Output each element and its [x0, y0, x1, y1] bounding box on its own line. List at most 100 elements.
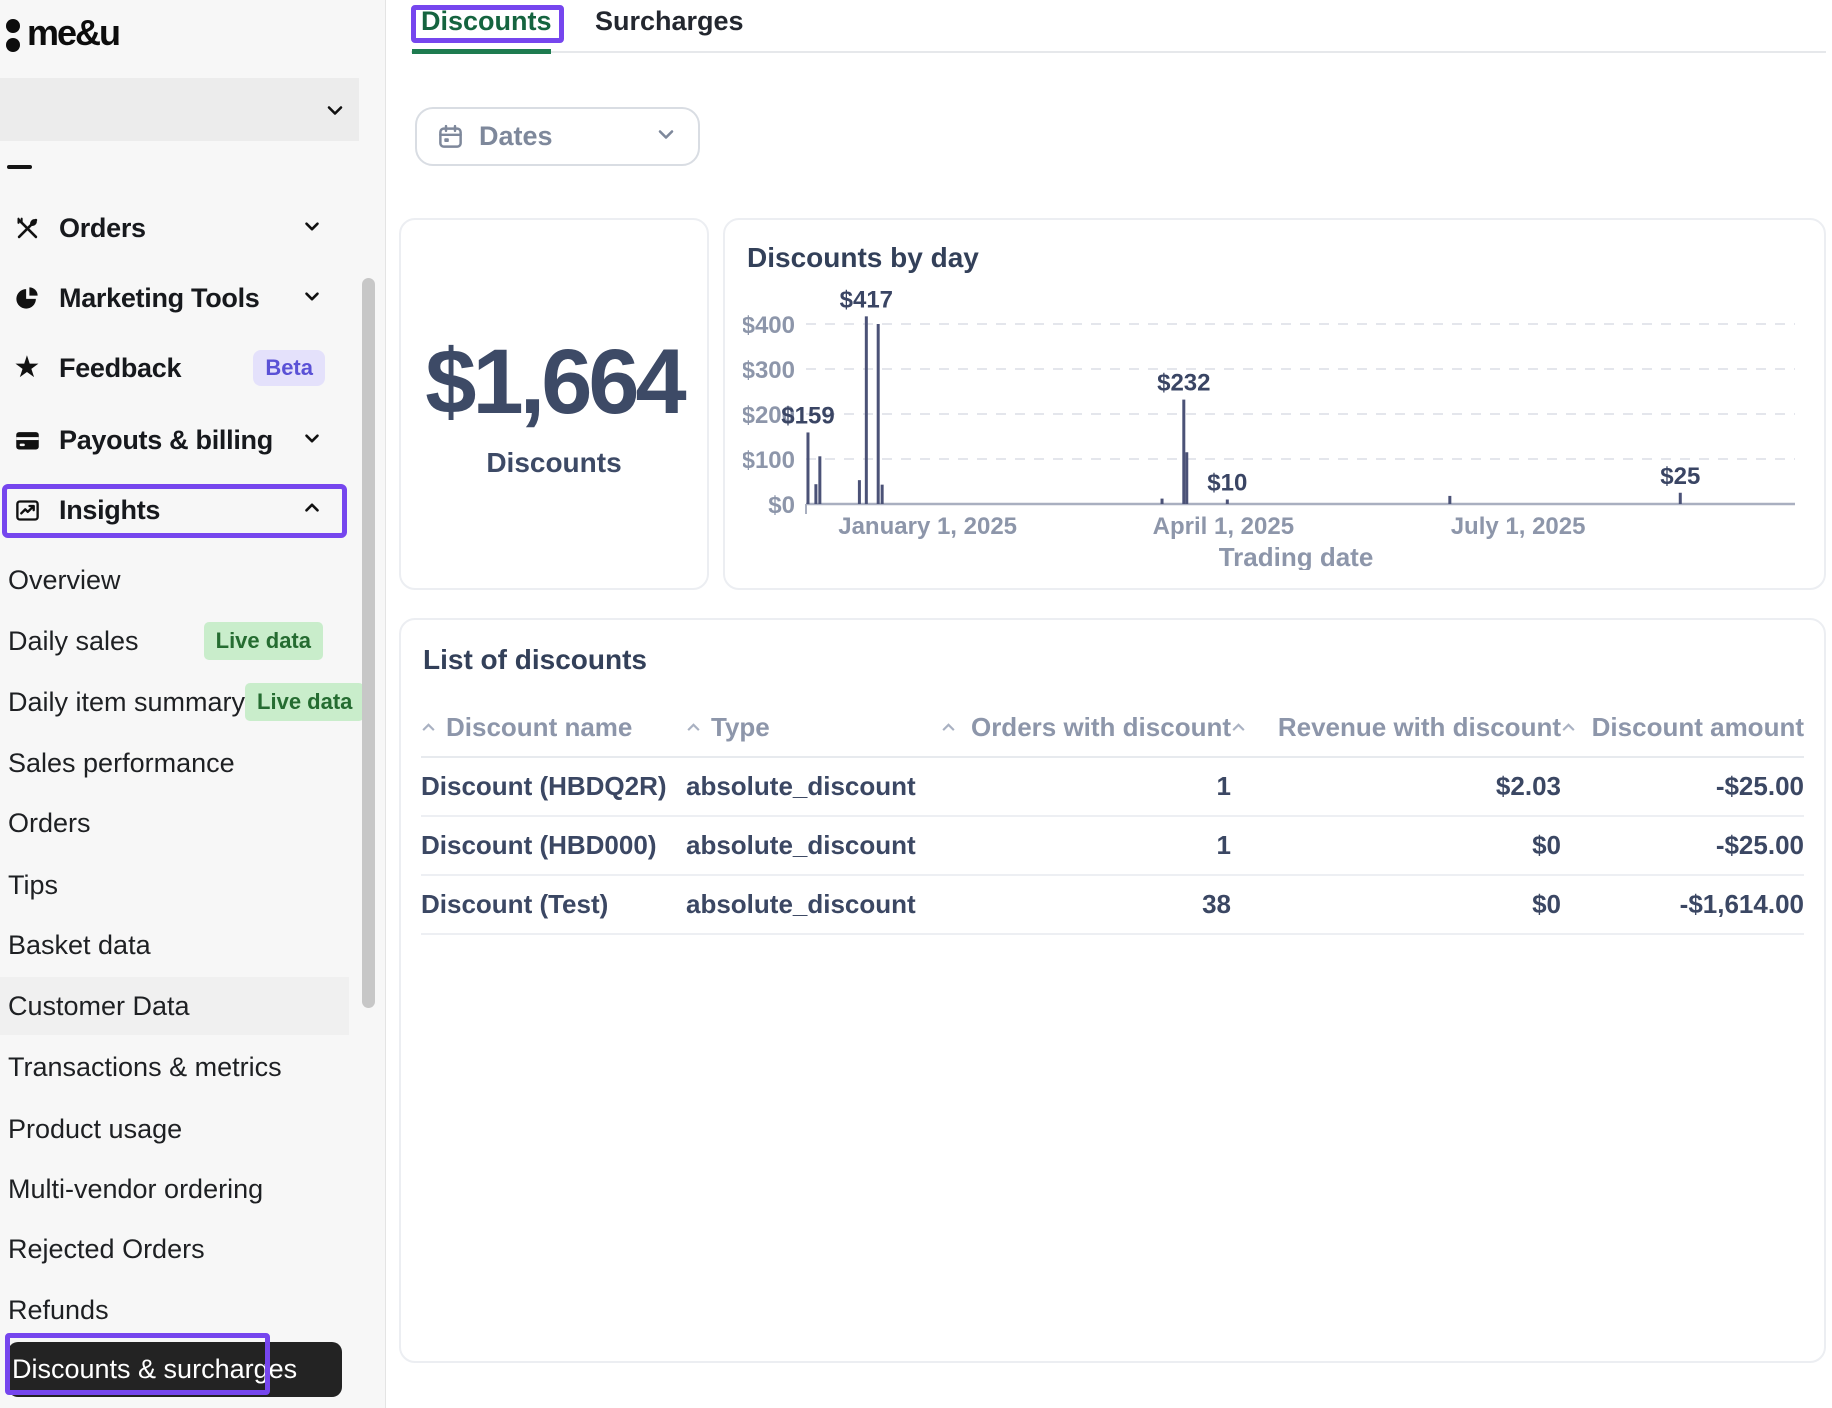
sidebar-item-multi-vendor-ordering[interactable]: Multi-vendor ordering: [8, 1160, 341, 1218]
sidebar-item-discounts-surcharges[interactable]: Discounts & surcharges: [8, 1342, 342, 1397]
main-content: Discounts Surcharges Dates $1,664 Discou…: [387, 0, 1832, 1408]
discounts-total-value: $1,664: [425, 330, 686, 433]
sort-caret-icon: [1561, 722, 1576, 732]
sidebar-item-transactions-metrics[interactable]: Transactions & metrics: [8, 1038, 341, 1096]
column-label: Type: [711, 711, 770, 742]
svg-text:$25: $25: [1660, 463, 1700, 490]
svg-text:$300: $300: [743, 357, 795, 384]
venue-selector[interactable]: [0, 78, 359, 141]
sub-item-label: Transactions & metrics: [8, 1051, 282, 1082]
sidebar-scrollbar[interactable]: [362, 278, 375, 1008]
cell-discount-name: Discount (HBD000): [421, 830, 657, 860]
cell-discount-name: Discount (HBDQ2R): [421, 771, 667, 801]
svg-text:$417: $417: [840, 286, 893, 313]
svg-text:$100: $100: [743, 447, 795, 474]
chevron-up-icon: [301, 497, 323, 524]
sidebar-item-orders-sub[interactable]: Orders: [8, 794, 341, 852]
sidebar-item-feedback[interactable]: ★ Feedback Beta: [12, 340, 341, 396]
svg-text:$400: $400: [743, 312, 795, 339]
tab-surcharges[interactable]: Surcharges: [595, 6, 744, 37]
tab-discounts[interactable]: Discounts: [421, 6, 552, 37]
sidebar: me&u Orders Marketing Tools ★ Feedback B…: [0, 0, 386, 1408]
sub-item-label: Tips: [8, 869, 59, 900]
cell-amount: -$25.00: [1715, 771, 1804, 801]
cell-amount: -$25.00: [1715, 830, 1804, 860]
sidebar-item-product-usage[interactable]: Product usage: [8, 1100, 341, 1158]
sidebar-item-orders[interactable]: Orders: [12, 200, 341, 256]
discounts-table: Discount name Type Orders with discount …: [421, 698, 1804, 935]
column-header-revenue-with-discount[interactable]: Revenue with discount: [1231, 712, 1561, 743]
cell-orders: 1: [1216, 830, 1231, 860]
cell-revenue: $0: [1532, 830, 1561, 860]
table-row[interactable]: Discount (HBDQ2R) absolute_discount 1 $2…: [421, 758, 1804, 817]
table-row[interactable]: Discount (HBD000) absolute_discount 1 $0…: [421, 817, 1804, 876]
credit-card-icon: [12, 425, 42, 455]
live-data-badge: Live data: [203, 622, 323, 660]
sidebar-item-rejected-orders[interactable]: Rejected Orders: [8, 1220, 341, 1278]
sub-item-label: Basket data: [8, 929, 151, 960]
sidebar-item-sales-performance[interactable]: Sales performance: [8, 734, 341, 792]
sidebar-item-refunds[interactable]: Refunds: [8, 1281, 341, 1339]
sidebar-item-payouts-billing[interactable]: Payouts & billing: [12, 412, 341, 468]
utensils-icon: [12, 213, 42, 243]
table-row[interactable]: Discount (Test) absolute_discount 38 $0 …: [421, 876, 1804, 935]
sort-caret-icon: [941, 722, 956, 732]
sub-item-label: Daily sales: [8, 625, 139, 656]
dates-label: Dates: [479, 121, 553, 151]
calendar-icon: [439, 124, 462, 148]
chevron-down-icon: [301, 427, 323, 454]
svg-text:$232: $232: [1157, 370, 1210, 397]
sidebar-item-daily-item-summary[interactable]: Daily item summary Live data: [8, 673, 365, 731]
app-root: me&u Orders Marketing Tools ★ Feedback B…: [0, 0, 1832, 1408]
sub-item-label: Sales performance: [8, 747, 235, 778]
sub-item-label: Customer Data: [8, 990, 190, 1021]
dates-filter-button[interactable]: Dates: [415, 107, 700, 166]
sidebar-item-label: Feedback: [59, 352, 182, 383]
chevron-down-icon: [301, 215, 323, 242]
sidebar-item-insights[interactable]: Insights: [12, 482, 341, 538]
list-of-discounts-card: List of discounts Discount name Type Ord…: [399, 618, 1826, 1363]
table-title: List of discounts: [423, 644, 647, 675]
column-label: Revenue with discount: [1277, 711, 1561, 742]
sidebar-item-tips[interactable]: Tips: [8, 856, 341, 914]
active-tab-underline: [412, 49, 551, 54]
cell-amount: -$1,614.00: [1679, 889, 1804, 919]
cell-orders: 38: [1202, 889, 1231, 919]
sub-item-label: Discounts & surcharges: [12, 1354, 298, 1384]
discounts-by-day-chart: $0$100$200$300$400January 1, 2025 April 1…: [743, 286, 1795, 570]
beta-badge: Beta: [253, 350, 325, 386]
tab-label: Surcharges: [595, 6, 744, 36]
sidebar-item-marketing-tools[interactable]: Marketing Tools: [12, 270, 341, 326]
sidebar-item-overview[interactable]: Overview: [8, 551, 341, 609]
cell-revenue: $2.03: [1495, 771, 1561, 801]
sidebar-item-customer-data[interactable]: Customer Data: [0, 977, 349, 1035]
sidebar-item-daily-sales[interactable]: Daily sales Live data: [8, 612, 341, 670]
meandu-logo: me&u: [6, 12, 121, 54]
pie-chart-icon: [12, 283, 42, 313]
sort-caret-icon: [1231, 722, 1246, 732]
column-header-type[interactable]: Type: [686, 712, 941, 743]
table-header-row: Discount name Type Orders with discount …: [421, 698, 1804, 758]
svg-text:$0: $0: [768, 492, 795, 519]
cell-type: absolute_discount: [686, 771, 916, 801]
logo-text: me&u: [27, 12, 121, 53]
sub-item-label: Multi-vendor ordering: [8, 1173, 264, 1204]
cell-discount-name: Discount (Test): [421, 889, 609, 919]
sidebar-item-label: Marketing Tools: [59, 282, 260, 313]
insights-icon: [12, 495, 42, 525]
column-header-orders-with-discount[interactable]: Orders with discount: [941, 712, 1231, 743]
column-header-discount-amount[interactable]: Discount amount: [1561, 712, 1804, 743]
tab-divider: [411, 51, 1826, 53]
discounts-total-label: Discounts: [486, 446, 622, 478]
collapsed-item-dash: [7, 165, 32, 169]
column-header-discount-name[interactable]: Discount name: [421, 712, 686, 743]
sub-item-label: Daily item summary: [8, 686, 246, 717]
column-label: Discount amount: [1591, 711, 1804, 742]
sort-caret-icon: [421, 722, 436, 732]
tab-label: Discounts: [421, 6, 552, 36]
svg-text:July 1, 2025: July 1, 2025: [1451, 513, 1586, 540]
sidebar-item-label: Insights: [59, 494, 161, 525]
svg-text:January 1, 2025: January 1, 2025: [838, 513, 1017, 540]
discounts-total-card: $1,664 Discounts: [399, 218, 709, 590]
sidebar-item-basket-data[interactable]: Basket data: [8, 916, 341, 974]
